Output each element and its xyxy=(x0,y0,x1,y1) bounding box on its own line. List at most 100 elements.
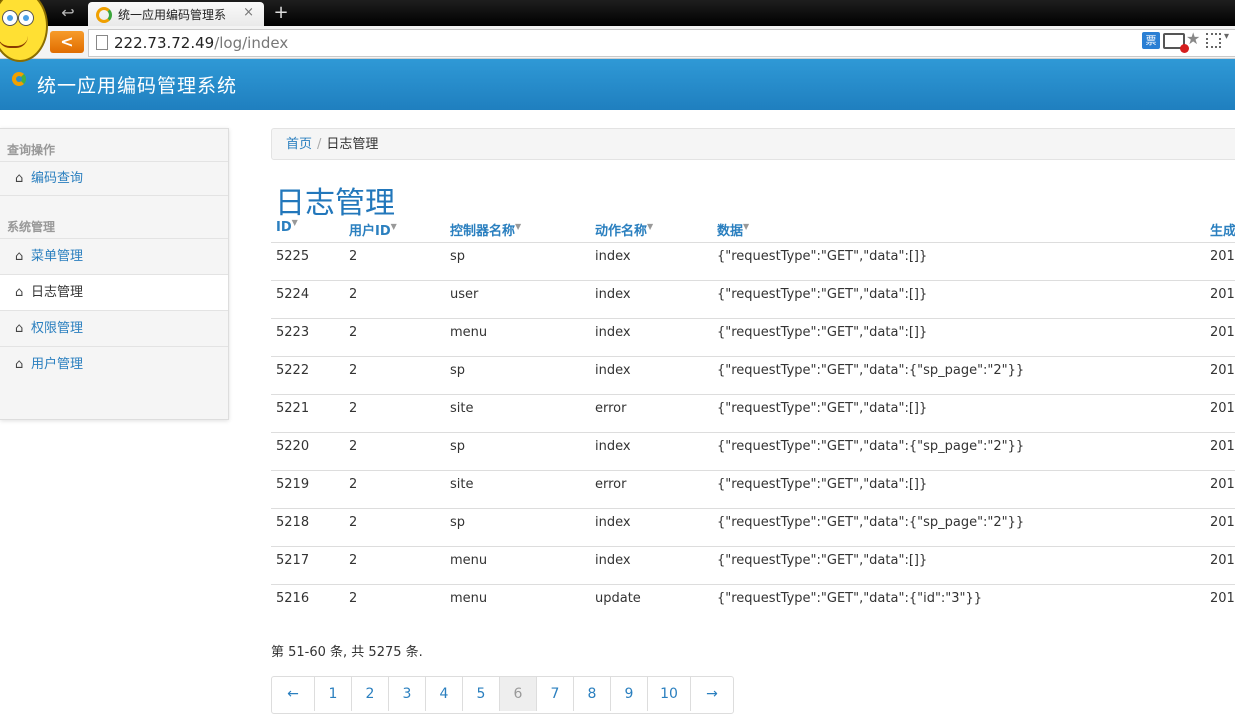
pagination-page-1[interactable]: 1 xyxy=(315,677,352,711)
cell-user-id: 2 xyxy=(349,325,358,340)
sidebar-item-permission-management[interactable]: ⌂ 权限管理 xyxy=(0,311,228,347)
breadcrumb-home-link[interactable]: 首页 xyxy=(286,137,312,152)
table-row: 5219 2 site error {"requestType":"GET","data… xyxy=(271,471,1235,509)
cell-id: 5219 xyxy=(276,477,310,492)
sort-caret-icon: ▼ xyxy=(291,218,298,227)
breadcrumb-current: 日志管理 xyxy=(326,137,379,152)
cell-controller: menu xyxy=(450,591,488,606)
pagination-page-4[interactable]: 4 xyxy=(426,677,463,711)
page-title: 日志管理 xyxy=(275,186,395,221)
table-row: 5225 2 sp index {"requestType":"GET","data":… xyxy=(271,243,1235,281)
column-header-data[interactable]: 数据▼ xyxy=(717,220,749,239)
browser-tab-bar: ↩ 统一应用编码管理系 × + xyxy=(0,0,1235,62)
pagination-next-button[interactable]: → xyxy=(691,677,733,711)
url-input[interactable]: 222.73.72.49/log/index xyxy=(88,29,1235,57)
cell-controller: site xyxy=(450,401,474,416)
new-tab-button[interactable]: + xyxy=(270,2,292,24)
cell-action: index xyxy=(595,249,631,264)
cell-controller: user xyxy=(450,287,479,302)
app-title[interactable]: 统一应用编码管理系统 xyxy=(37,71,237,98)
sidebar-group-header: 系统管理 xyxy=(0,206,228,239)
cell-controller: sp xyxy=(450,439,466,454)
breadcrumb-separator: / xyxy=(317,137,322,152)
cell-data: {"requestType":"GET","data":[]} xyxy=(717,325,928,340)
column-header-created[interactable]: 生成 xyxy=(1210,220,1235,239)
sidebar-item-menu-management[interactable]: ⌂ 菜单管理 xyxy=(0,239,228,275)
bookmark-star-icon[interactable]: ★ xyxy=(1186,29,1200,48)
screen-capture-icon[interactable] xyxy=(1163,33,1189,53)
pagination-page-6-current[interactable]: 6 xyxy=(500,677,537,711)
undo-close-tab-icon[interactable]: ↩ xyxy=(57,3,79,23)
home-icon: ⌂ xyxy=(15,171,24,186)
cell-id: 5225 xyxy=(276,249,310,264)
cell-created: 201 xyxy=(1210,363,1235,378)
url-host: 222.73.72.49 xyxy=(114,34,215,52)
cell-id: 5217 xyxy=(276,553,310,568)
avatar-mouth xyxy=(0,36,28,48)
cell-action: index xyxy=(595,287,631,302)
home-icon: ⌂ xyxy=(15,321,24,336)
column-header-id[interactable]: ID▼ xyxy=(276,218,298,235)
cell-action: index xyxy=(595,439,631,454)
qr-code-icon[interactable] xyxy=(1206,33,1221,48)
log-table: ID▼ 用户ID▼ 控制器名称▼ 动作名称▼ 数据▼ 生成 5225 2 sp ind… xyxy=(271,218,1235,622)
back-button[interactable]: < xyxy=(50,31,84,53)
sidebar-item-code-query[interactable]: ⌂ 编码查询 xyxy=(0,162,228,196)
cell-id: 5222 xyxy=(276,363,310,378)
home-icon: ⌂ xyxy=(15,249,24,264)
close-tab-icon[interactable]: × xyxy=(243,5,254,20)
sort-caret-icon: ▼ xyxy=(743,222,750,231)
pagination-page-10[interactable]: 10 xyxy=(648,677,691,711)
cell-created: 201 xyxy=(1210,553,1235,568)
pagination-page-7[interactable]: 7 xyxy=(537,677,574,711)
sidebar-item-user-management[interactable]: ⌂ 用户管理 xyxy=(0,347,228,382)
pagination-page-3[interactable]: 3 xyxy=(389,677,426,711)
table-row: 5222 2 sp index {"requestType":"GET","data":… xyxy=(271,357,1235,395)
cell-id: 5224 xyxy=(276,287,310,302)
pagination-page-5[interactable]: 5 xyxy=(463,677,500,711)
ticket-icon[interactable]: 票 xyxy=(1142,32,1160,49)
page-icon xyxy=(96,35,108,50)
sidebar-group-header: 查询操作 xyxy=(0,129,228,162)
column-header-controller[interactable]: 控制器名称▼ xyxy=(450,220,521,239)
breadcrumb: 首页 / 日志管理 xyxy=(271,128,1235,160)
column-header-label: ID xyxy=(276,220,292,235)
pagination-prev-button[interactable]: ← xyxy=(272,677,315,711)
cell-created: 201 xyxy=(1210,591,1235,606)
cell-controller: site xyxy=(450,477,474,492)
cell-data: {"requestType":"GET","data":[]} xyxy=(717,401,928,416)
column-header-label: 动作名称 xyxy=(595,224,648,239)
sidebar-item-label: 权限管理 xyxy=(31,321,84,336)
cell-user-id: 2 xyxy=(349,439,358,454)
cell-action: error xyxy=(595,401,627,416)
pagination: ← 1 2 3 4 5 6 7 8 9 10 → xyxy=(271,676,734,714)
cell-user-id: 2 xyxy=(349,287,358,302)
cell-action: update xyxy=(595,591,641,606)
table-row: 5221 2 site error {"requestType":"GET","data… xyxy=(271,395,1235,433)
chevron-down-icon[interactable]: ▾ xyxy=(1224,31,1229,42)
cell-created: 201 xyxy=(1210,515,1235,530)
cell-data: {"requestType":"GET","data":[]} xyxy=(717,287,928,302)
column-header-user-id[interactable]: 用户ID▼ xyxy=(349,220,397,239)
cell-created: 201 xyxy=(1210,439,1235,454)
cell-data: {"requestType":"GET","data":[]} xyxy=(717,249,928,264)
site-favicon-icon xyxy=(96,7,112,23)
cell-controller: sp xyxy=(450,515,466,530)
tab-title: 统一应用编码管理系 xyxy=(118,8,227,22)
sidebar: 查询操作 ⌂ 编码查询 系统管理 ⌂ 菜单管理 ⌂ 日志管理 ⌂ 权限管理 ⌂ 用户管理 xyxy=(0,128,229,420)
sidebar-item-label: 编码查询 xyxy=(31,171,84,186)
sidebar-item-log-management[interactable]: ⌂ 日志管理 xyxy=(0,275,228,311)
browser-tab[interactable]: 统一应用编码管理系 × xyxy=(88,2,264,26)
pagination-page-9[interactable]: 9 xyxy=(611,677,648,711)
cell-id: 5218 xyxy=(276,515,310,530)
pagination-page-2[interactable]: 2 xyxy=(352,677,389,711)
column-header-action[interactable]: 动作名称▼ xyxy=(595,220,653,239)
cell-id: 5220 xyxy=(276,439,310,454)
table-header: ID▼ 用户ID▼ 控制器名称▼ 动作名称▼ 数据▼ 生成 xyxy=(271,218,1235,243)
avatar-eye xyxy=(18,10,34,26)
cell-data: {"requestType":"GET","data":{"sp_page":"… xyxy=(717,515,1025,530)
column-header-label: 数据 xyxy=(717,224,744,239)
pagination-page-8[interactable]: 8 xyxy=(574,677,611,711)
app-navbar: 统一应用编码管理系统 xyxy=(0,59,1235,110)
cell-controller: menu xyxy=(450,553,488,568)
